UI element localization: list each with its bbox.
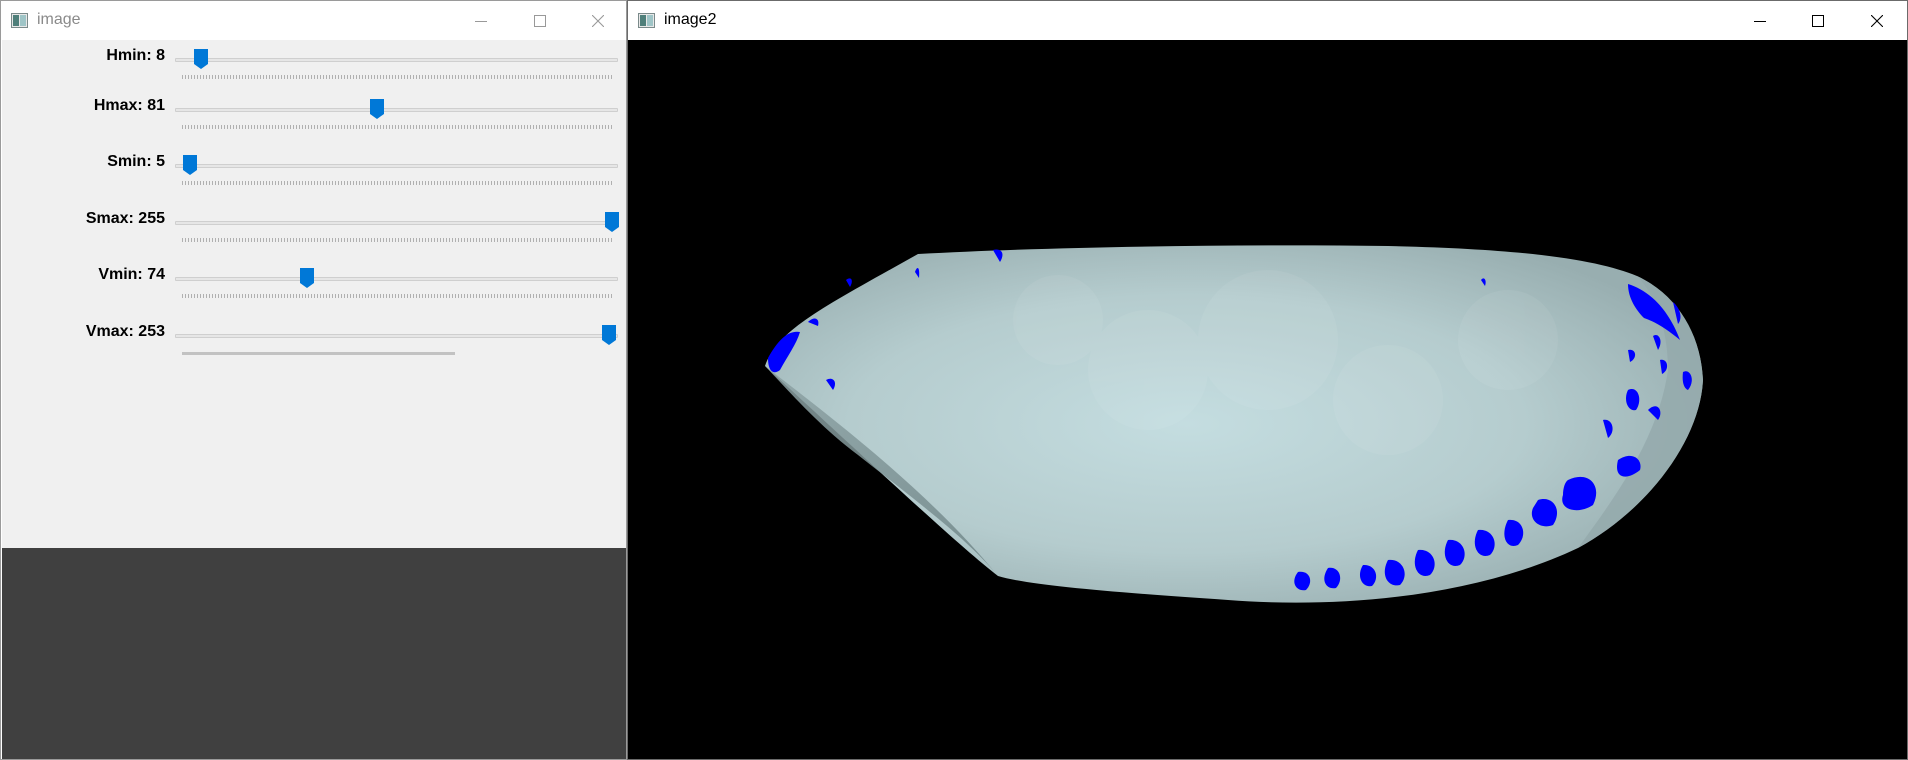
maximize-icon: [1812, 14, 1824, 27]
opencv-window-icon: [11, 13, 28, 28]
trackbar-smin[interactable]: Smin: 5: [2, 149, 626, 205]
trackbar-thumb[interactable]: [299, 268, 314, 288]
opencv-window-icon: [638, 13, 655, 28]
trackbar-track[interactable]: [175, 58, 618, 62]
trackbar-thumb[interactable]: [605, 212, 619, 232]
trackbar-label: Vmin: 74: [98, 266, 165, 283]
trackbar-track[interactable]: [175, 221, 618, 225]
trackbar-label: Hmax: 81: [93, 97, 165, 114]
trackbar-hmin[interactable]: Hmin: 8: [2, 43, 626, 99]
trackbar-label: Smin: 5: [107, 153, 165, 170]
titlebar[interactable]: image: [1, 1, 626, 40]
trackbar-panel: Hmin: 8 Hmax: 81 Smin: 5 Smax: 255 Vmin:…: [2, 40, 626, 548]
trackbar-ticks: [182, 238, 612, 242]
trackbar-track[interactable]: [175, 334, 618, 338]
trackbar-thumb[interactable]: [194, 49, 209, 69]
window-title: image2: [664, 11, 717, 28]
maximize-button[interactable]: [511, 1, 569, 40]
trackbar-track[interactable]: [175, 108, 618, 112]
minimize-icon: [1754, 20, 1766, 22]
trackbar-ticks: [182, 125, 612, 129]
trackbar-label: Hmin: 8: [106, 47, 165, 64]
window-title: image: [37, 11, 81, 28]
trackbar-track[interactable]: [175, 277, 618, 281]
trackbar-vmin[interactable]: Vmin: 74: [2, 262, 626, 318]
trackbar-ticks: [182, 75, 612, 79]
titlebar[interactable]: image2: [628, 1, 1907, 40]
minimize-icon: [475, 20, 487, 22]
trackbar-fill: [182, 352, 456, 355]
close-icon: [592, 14, 604, 27]
minimize-button[interactable]: [452, 1, 510, 40]
trackbar-thumb[interactable]: [183, 155, 198, 175]
image-window: image2: [627, 0, 1908, 760]
close-button[interactable]: [1848, 1, 1906, 40]
minimize-button[interactable]: [1731, 1, 1789, 40]
close-button[interactable]: [569, 1, 626, 40]
close-icon: [1871, 14, 1883, 27]
trackbar-label: Smax: 255: [85, 210, 165, 227]
trackbar-smax[interactable]: Smax: 255: [2, 206, 626, 262]
maximize-button[interactable]: [1789, 1, 1847, 40]
trackbar-thumb[interactable]: [601, 325, 616, 345]
trackbar-label: Vmax: 253: [85, 323, 165, 340]
trackbar-vmax[interactable]: Vmax: 253: [2, 319, 626, 375]
trackbar-ticks: [182, 294, 612, 298]
trackbar-track[interactable]: [175, 164, 618, 168]
maximize-icon: [534, 14, 546, 27]
image-viewport: [628, 40, 1907, 759]
masked-object-image: [765, 245, 1703, 603]
trackbar-window: image Hmin: 8 Hmax: 81 Smin: 5 Smax: 255…: [0, 0, 627, 760]
trackbar-hmax[interactable]: Hmax: 81: [2, 93, 626, 149]
trackbar-ticks: [182, 181, 612, 185]
empty-canvas-area: [2, 548, 626, 759]
trackbar-thumb[interactable]: [369, 99, 384, 119]
